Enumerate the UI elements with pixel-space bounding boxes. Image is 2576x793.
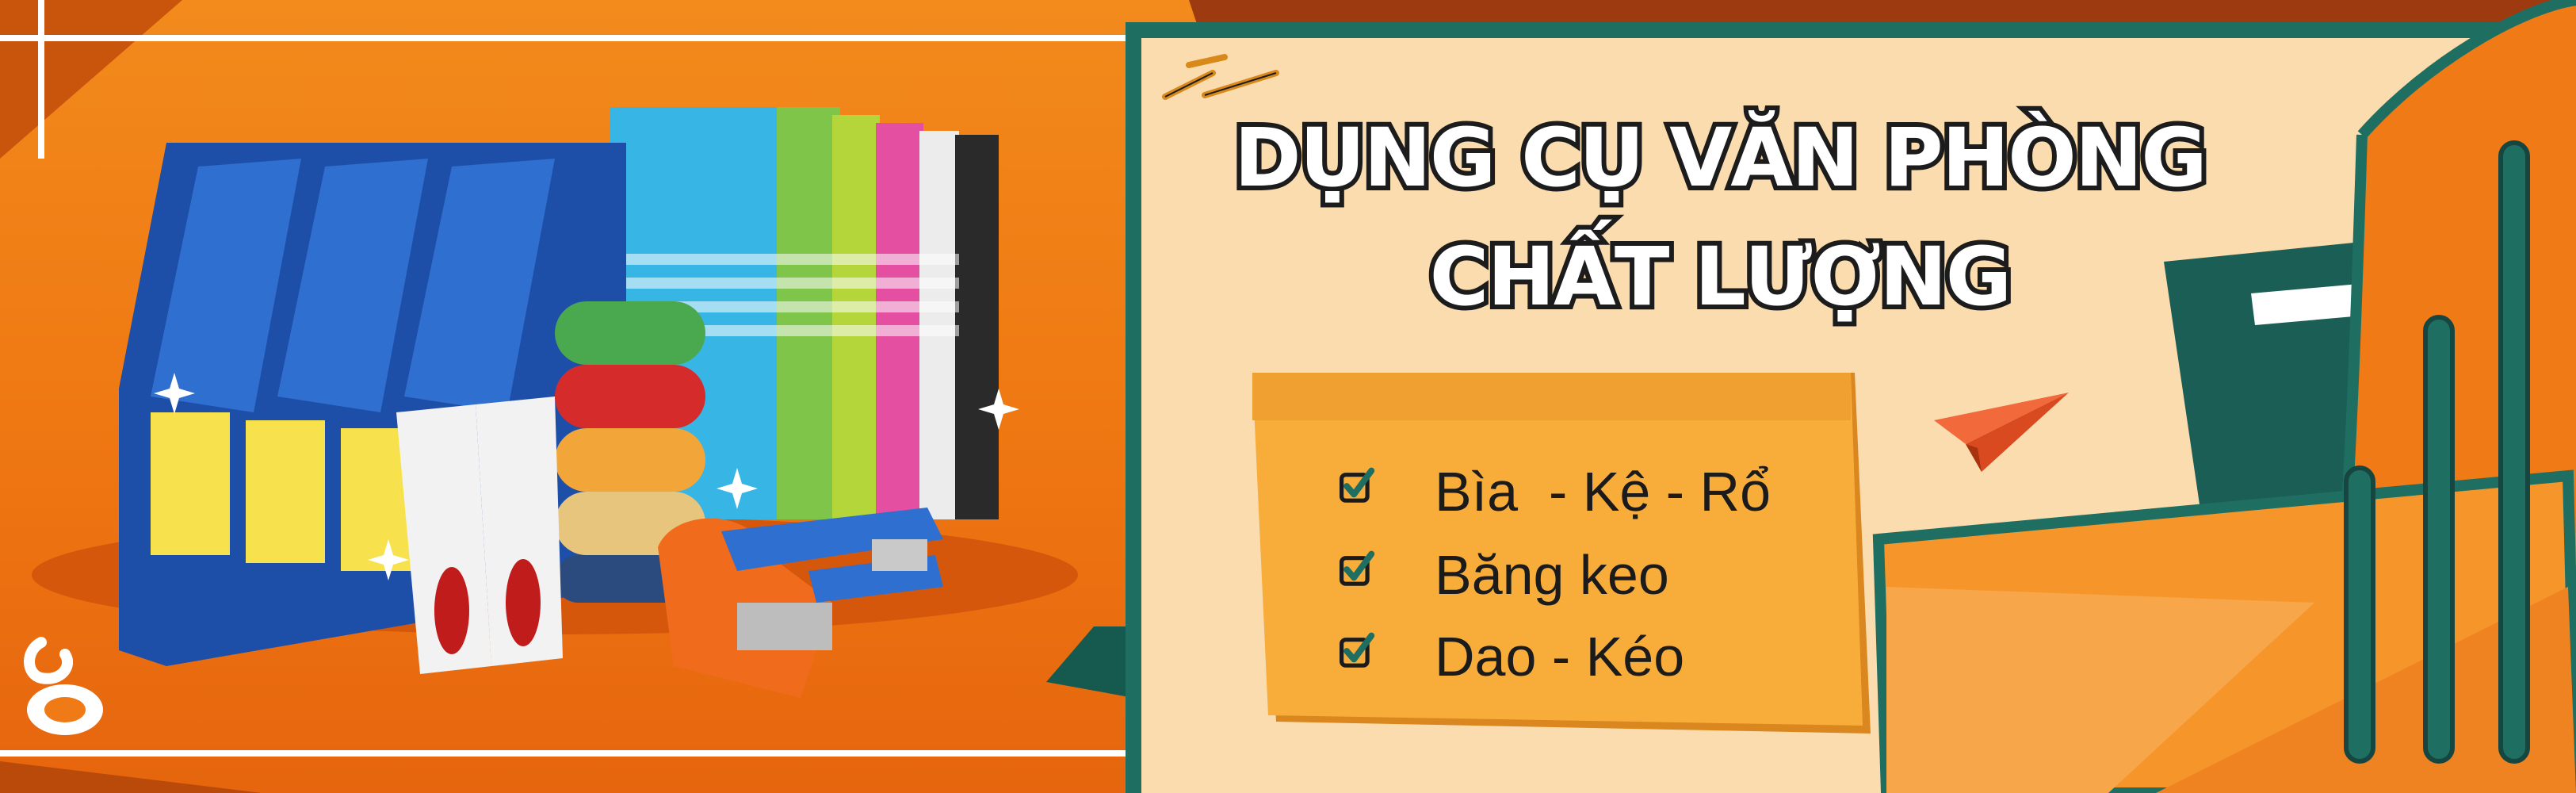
checkbox-check-icon — [1340, 632, 1375, 668]
checkbox-check-icon — [1340, 467, 1375, 503]
office-supplies-banner: DỤNG CỤ VĂN PHÒNG CHẤT LƯỢNG Bìa - Kệ - … — [0, 0, 2576, 793]
checklist-label: Dao - Kéo — [1435, 626, 1685, 688]
checklist-item: Bìa - Kệ - Rổ — [1340, 456, 1910, 527]
checklist-label: Bìa - Kệ - Rổ — [1435, 461, 1771, 523]
folder-decor — [1872, 0, 2576, 793]
checklist-label: Băng keo — [1435, 544, 1669, 606]
checklist-item: Dao - Kéo — [1340, 621, 1910, 692]
checklist-item: Băng keo — [1340, 539, 1910, 611]
scissors — [396, 396, 563, 674]
checkbox-check-icon — [1340, 550, 1375, 586]
products-illustration — [119, 107, 1019, 698]
logo-icon — [24, 637, 103, 735]
staple-icon — [1162, 54, 1279, 100]
